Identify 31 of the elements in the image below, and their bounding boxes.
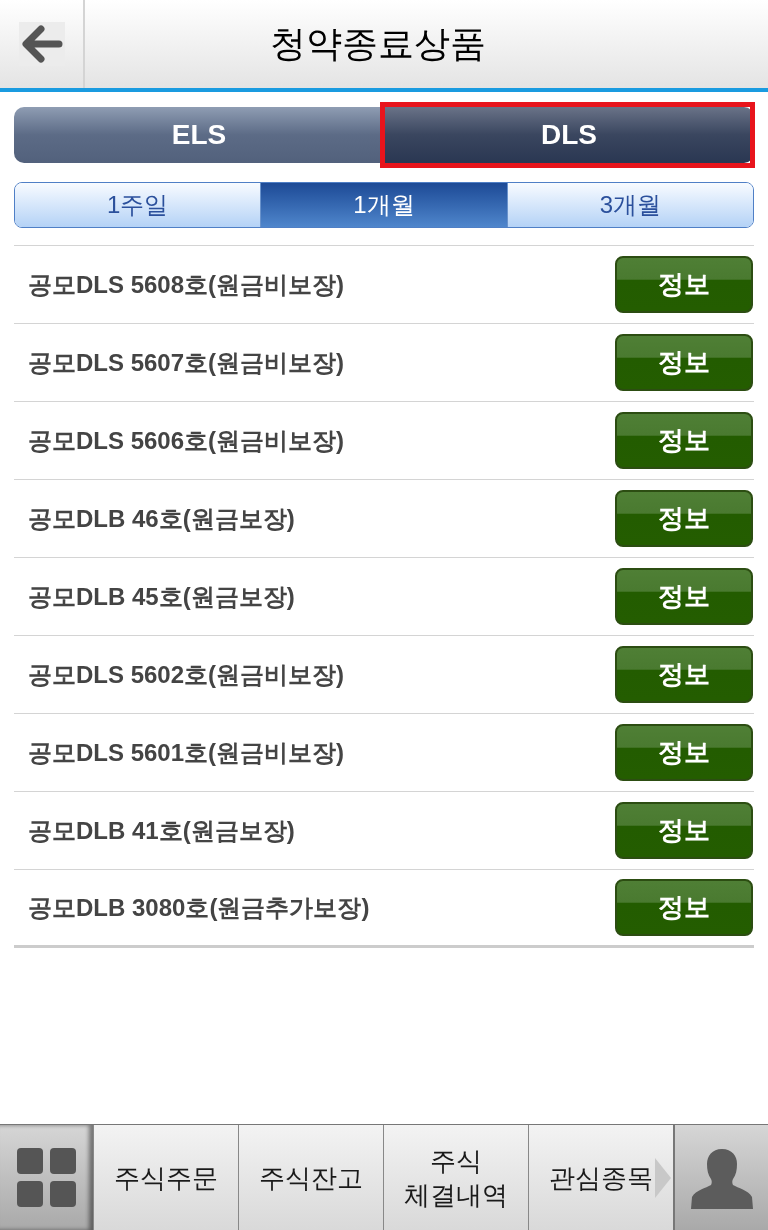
page-title: 청약종료상품 [270,26,486,62]
info-button[interactable]: 정보 [615,724,753,781]
info-button[interactable]: 정보 [615,256,753,313]
product-name: 공모DLS 5602호(원금비보장) [28,659,345,690]
period-tab[interactable]: 1주일 [15,183,261,227]
product-name: 공모DLS 5601호(원금비보장) [28,737,345,768]
bottom-tab[interactable]: 주식잔고 [238,1125,383,1230]
info-button[interactable]: 정보 [615,412,753,469]
period-tab[interactable]: 3개월 [506,183,753,227]
product-name: 공모DLB 41호(원금보장) [28,815,295,846]
person-silhouette-icon [690,1146,753,1209]
info-button[interactable]: 정보 [615,802,753,859]
product-name: 공모DLB 46호(원금보장) [28,503,295,534]
info-button[interactable]: 정보 [615,568,753,625]
product-name: 공모DLB 3080호(원금추가보장) [28,892,370,923]
product-name: 공모DLS 5606호(원금비보장) [28,425,345,456]
info-button[interactable]: 정보 [615,879,753,936]
product-name: 공모DLB 45호(원금보장) [28,581,295,612]
profile-button[interactable] [673,1125,768,1230]
grid-menu-icon [16,1147,77,1208]
product-name: 공모DLS 5608호(원금비보장) [28,269,345,300]
product-name: 공모DLS 5607호(원금비보장) [28,347,345,378]
info-button[interactable]: 정보 [615,334,753,391]
bottom-tab[interactable]: 주식주문 [93,1125,238,1230]
period-tab[interactable]: 1개월 [260,183,507,227]
bottom-tab[interactable]: 관심종목 [528,1125,673,1230]
info-button[interactable]: 정보 [615,646,753,703]
chevron-right-icon [655,1158,671,1198]
info-button[interactable]: 정보 [615,490,753,547]
menu-button[interactable] [0,1125,93,1230]
bottom-tab[interactable]: 주식 체결내역 [383,1125,528,1230]
